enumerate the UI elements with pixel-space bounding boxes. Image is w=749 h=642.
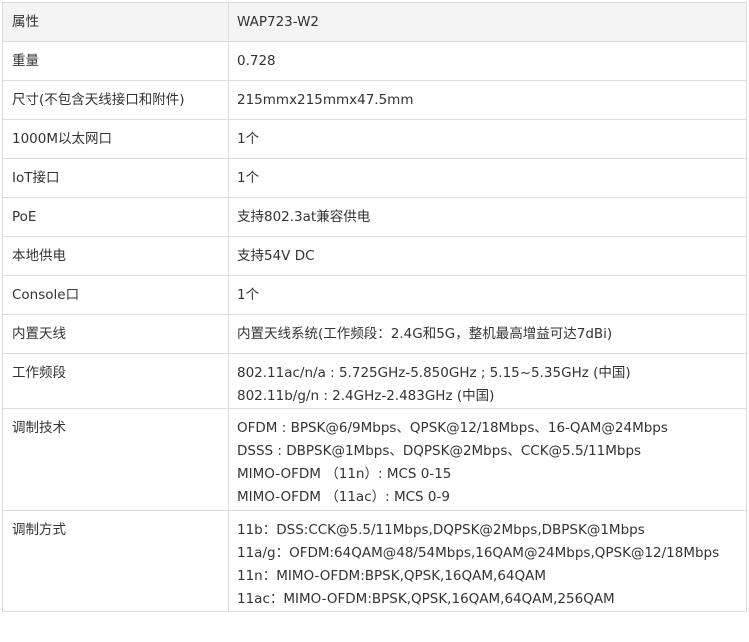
row-value: OFDM : BPSK@6/9Mbps、QPSK@12/18Mbps、16-QA… [228,408,747,511]
value-line: 1个 [237,131,260,147]
row-value: 支持54V DC [228,236,747,276]
value-line: 11b：DSS:CCK@5.5/11Mbps,DQPSK@2Mbps,DBPSK… [237,522,645,538]
value-line: MIMO-OFDM （11ac）: MCS 0-9 [237,489,450,505]
table-row: 调制技术 OFDM : BPSK@6/9Mbps、QPSK@12/18Mbps、… [2,408,747,511]
table-row: 1000M以太网口 1个 [2,119,747,159]
row-value: 215mmx215mmx47.5mm [228,80,747,120]
row-label: 内置天线 [2,314,229,354]
row-label: PoE [2,197,229,237]
value-line: 内置天线系统(工作频段：2.4G和5G，整机最高增益可达7dBi) [237,326,613,342]
row-label: IoT接口 [2,158,229,198]
value-line: 1个 [237,287,260,303]
value-line: 215mmx215mmx47.5mm [237,92,414,108]
value-line: 11n：MIMO-OFDM:BPSK,QPSK,16QAM,64QAM [237,568,547,584]
row-label: 尺寸(不包含天线接口和附件) [2,80,229,120]
row-label: Console口 [2,275,229,315]
value-line: 支持802.3at兼容供电 [237,209,371,225]
row-value: 支持802.3at兼容供电 [228,197,747,237]
value-line: 0.728 [237,53,276,69]
value-line: OFDM : BPSK@6/9Mbps、QPSK@12/18Mbps、16-QA… [237,420,668,436]
table-row: 工作频段 802.11ac/n/a : 5.725GHz-5.850GHz ; … [2,353,747,409]
table-row: 本地供电 支持54V DC [2,236,747,276]
table-row: 调制方式 11b：DSS:CCK@5.5/11Mbps,DQPSK@2Mbps,… [2,510,747,612]
row-value: 0.728 [228,41,747,81]
value-line: 支持54V DC [237,248,315,264]
value-line: DSSS : DBPSK@1Mbps、DQPSK@2Mbps、CCK@5.5/1… [237,443,642,459]
value-line: 802.11b/g/n : 2.4GHz-2.483GHz (中国) [237,388,495,404]
value-line: 11ac：MIMO-OFDM:BPSK,QPSK,16QAM,64QAM,256… [237,591,615,607]
table-header-row: 属性 WAP723-W2 [2,2,747,42]
value-line: 802.11ac/n/a : 5.725GHz-5.850GHz ; 5.15~… [237,365,631,381]
row-label: 本地供电 [2,236,229,276]
row-value: 1个 [228,275,747,315]
row-label: 调制方式 [2,510,229,612]
row-label: 工作频段 [2,353,229,409]
value-line: 11a/g：OFDM:64QAM@48/54Mbps,16QAM@24Mbps,… [237,545,720,561]
table-row: IoT接口 1个 [2,158,747,198]
table-row: 重量 0.728 [2,41,747,81]
table-row: Console口 1个 [2,275,747,315]
table-row: 内置天线 内置天线系统(工作频段：2.4G和5G，整机最高增益可达7dBi) [2,314,747,354]
row-value: 11b：DSS:CCK@5.5/11Mbps,DQPSK@2Mbps,DBPSK… [228,510,747,612]
table-row: 尺寸(不包含天线接口和附件) 215mmx215mmx47.5mm [2,80,747,120]
row-value: 802.11ac/n/a : 5.725GHz-5.850GHz ; 5.15~… [228,353,747,409]
row-value: 1个 [228,119,747,159]
value-line: MIMO-OFDM （11n）: MCS 0-15 [237,466,452,482]
value-line: 1个 [237,170,260,186]
spec-table: 属性 WAP723-W2 重量 0.728 尺寸(不包含天线接口和附件) 215… [2,2,747,612]
table-row: PoE 支持802.3at兼容供电 [2,197,747,237]
row-label: 调制技术 [2,408,229,511]
header-value-cell: WAP723-W2 [228,2,747,42]
row-label: 1000M以太网口 [2,119,229,159]
row-value: 1个 [228,158,747,198]
header-label-cell: 属性 [2,2,229,42]
row-label: 重量 [2,41,229,81]
row-value: 内置天线系统(工作频段：2.4G和5G，整机最高增益可达7dBi) [228,314,747,354]
